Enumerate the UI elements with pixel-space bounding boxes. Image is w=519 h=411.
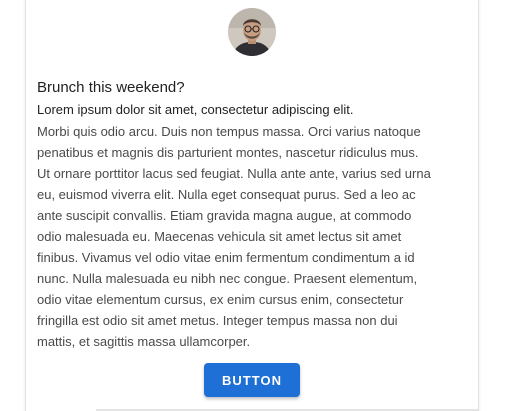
body-line: ante suscipit convallis. Etiam gravida m… [37, 208, 412, 223]
body-line: penatibus et magnis dis parturient monte… [37, 145, 419, 160]
card-subtitle: Lorem ipsum dolor sit amet, consectetur … [37, 102, 354, 117]
body-line: fringilla est odio sit amet metus. Integ… [37, 313, 398, 328]
body-line: finibus. Vivamus vel odio vitae enim fer… [37, 250, 415, 265]
card-title: Brunch this weekend? [37, 79, 185, 96]
body-line: Morbi quis odio arcu. Duis non tempus ma… [37, 124, 421, 139]
body-line: mattis, et sagittis massa ullamcorper. [37, 334, 251, 349]
body-line: odio malesuada eu. Maecenas vehicula sit… [37, 229, 402, 244]
body-line: nunc. Nulla malesuada eu nibh nec congue… [37, 271, 418, 286]
body-line: Ut ornare porttitor lacus sed feugiat. N… [37, 166, 431, 181]
avatar-photo-icon [228, 8, 276, 56]
body-line: odio vitae elementum cursus, ex enim cur… [37, 292, 404, 307]
page: Brunch this weekend? Lorem ipsum dolor s… [0, 0, 519, 411]
body-line: eu, euismod viverra elit. Nulla eget con… [37, 187, 416, 202]
action-button[interactable]: BUTTON [204, 363, 300, 397]
card-body: Morbi quis odio arcu. Duis non tempus ma… [37, 121, 465, 352]
avatar [228, 8, 276, 56]
